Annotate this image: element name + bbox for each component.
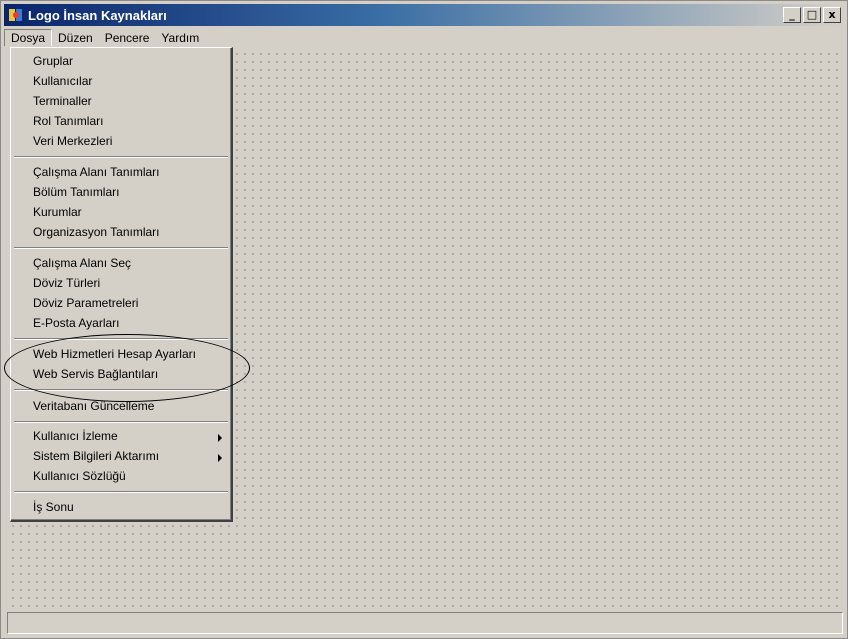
menu-item-calisma-alani-sec[interactable]: Çalışma Alanı Seç xyxy=(33,256,131,270)
menu-item-organizasyon-tanimlari[interactable]: Organizasyon Tanımları xyxy=(33,225,160,239)
window-title: Logo İnsan Kaynakları xyxy=(28,7,167,23)
close-button[interactable]: x xyxy=(823,7,841,23)
menu-separator xyxy=(14,156,228,158)
menu-item-gruplar[interactable]: Gruplar xyxy=(33,54,73,68)
menu-item-is-sonu[interactable]: İş Sonu xyxy=(33,500,74,514)
submenu-arrow-icon xyxy=(218,434,222,442)
menu-item-veritabani-guncelleme[interactable]: Veritabanı Güncelleme xyxy=(33,399,154,413)
app-window: Logo İnsan Kaynakları _ □ x Dosya Düzen … xyxy=(0,0,848,639)
menu-item-sistem-bilgileri-aktarimi[interactable]: Sistem Bilgileri Aktarımı xyxy=(33,449,159,463)
window-controls: _ □ x xyxy=(783,7,841,23)
menu-item-rol-tanimlari[interactable]: Rol Tanımları xyxy=(33,114,103,128)
menu-item-web-servis-baglantilari[interactable]: Web Servis Bağlantıları xyxy=(33,367,158,381)
menu-item-bolum-tanimlari[interactable]: Bölüm Tanımları xyxy=(33,185,119,199)
menu-separator xyxy=(14,389,228,391)
maximize-button[interactable]: □ xyxy=(803,7,821,23)
menu-item-veri-merkezleri[interactable]: Veri Merkezleri xyxy=(33,134,112,148)
menu-item-terminaller[interactable]: Terminaller xyxy=(33,94,92,108)
menu-item-kullanicilar[interactable]: Kullanıcılar xyxy=(33,74,92,88)
status-bar xyxy=(7,612,843,634)
minimize-button[interactable]: _ xyxy=(783,7,801,23)
menu-dosya[interactable]: Dosya xyxy=(4,29,53,46)
menu-item-doviz-parametreleri[interactable]: Döviz Parametreleri xyxy=(33,296,138,310)
menu-separator xyxy=(14,491,228,493)
dosya-dropdown-menu: Gruplar Kullanıcılar Terminaller Rol Tan… xyxy=(10,47,233,522)
menu-separator xyxy=(14,247,228,249)
menu-separator xyxy=(14,421,228,423)
menu-bar: Dosya Düzen Pencere Yardım xyxy=(4,28,844,47)
menu-item-kullanici-sozlugu[interactable]: Kullanıcı Sözlüğü xyxy=(33,469,126,483)
menu-item-kurumlar[interactable]: Kurumlar xyxy=(33,205,82,219)
submenu-arrow-icon xyxy=(218,454,222,462)
title-bar[interactable]: Logo İnsan Kaynakları _ □ x xyxy=(4,4,844,26)
menu-pencere[interactable]: Pencere xyxy=(99,30,156,46)
menu-duzen[interactable]: Düzen xyxy=(52,30,99,46)
menu-item-doviz-turleri[interactable]: Döviz Türleri xyxy=(33,276,100,290)
app-logo-icon xyxy=(9,9,22,21)
menu-yardim[interactable]: Yardım xyxy=(155,30,205,46)
menu-item-kullanici-izleme[interactable]: Kullanıcı İzleme xyxy=(33,429,118,443)
menu-separator xyxy=(14,338,228,340)
menu-item-e-posta-ayarlari[interactable]: E-Posta Ayarları xyxy=(33,316,119,330)
menu-item-web-hizmetleri-hesap-ayarlari[interactable]: Web Hizmetleri Hesap Ayarları xyxy=(33,347,196,361)
menu-item-calisma-alani-tanimlari[interactable]: Çalışma Alanı Tanımları xyxy=(33,165,160,179)
